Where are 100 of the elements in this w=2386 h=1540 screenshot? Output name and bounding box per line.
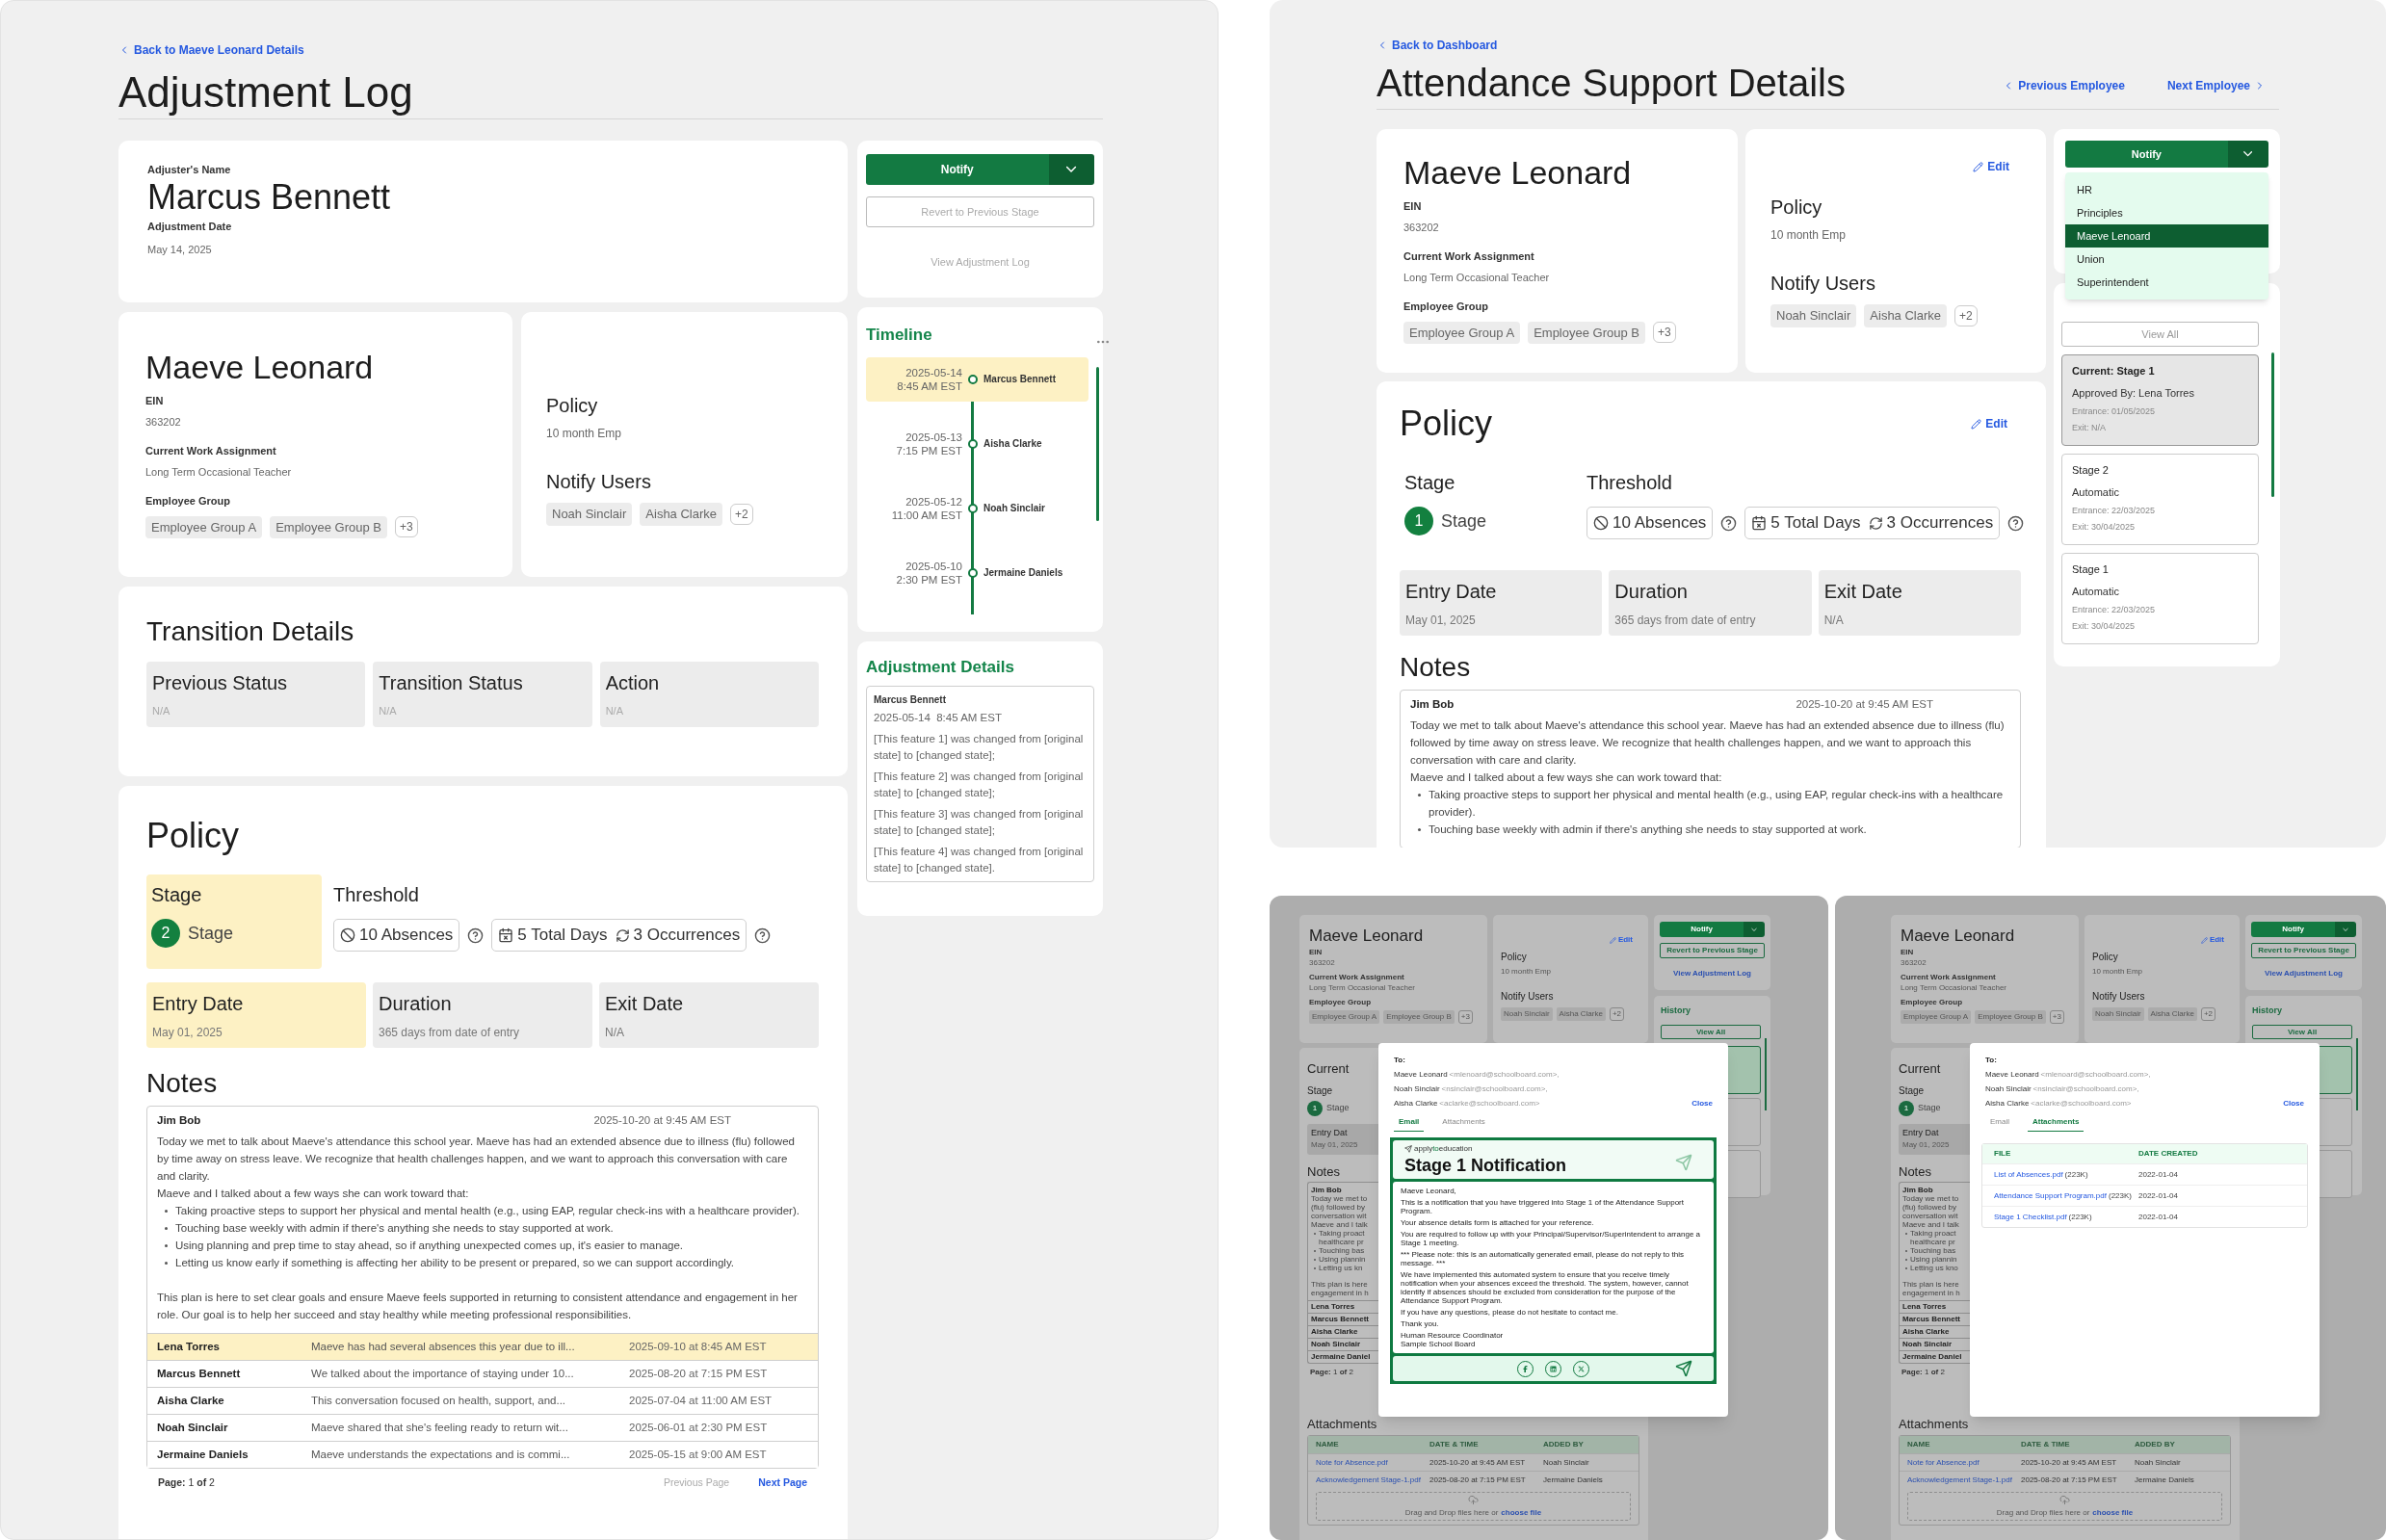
file-size: (223K) [2064,1168,2088,1181]
tab[interactable]: Email [1394,1116,1425,1132]
notify-button[interactable]: Notify [2065,141,2228,168]
email-paragraph: Maeve Leonard, [1401,1187,1457,1195]
upload-dropzone[interactable]: Drag and Drop files here or choose file [1907,1492,2222,1521]
upload-dropzone[interactable]: Drag and Drop files here or choose file [1316,1492,1631,1521]
menu-option[interactable]: Union [2065,248,2268,271]
help-icon[interactable] [1720,514,1738,532]
field-value: 10 month Emp [546,426,623,442]
view-log-link[interactable]: View Adjustment Log [2265,968,2343,979]
revert-button[interactable]: Revert to Previous Stage [2251,943,2356,958]
more-count: +2 [1954,304,1978,326]
note-excerpt: We talked about the importance of staying under 10... [311,1366,575,1381]
view-all-button[interactable]: View All [2252,1025,2352,1039]
note-excerpt: Maeve has had several absences this year due to ill... [311,1339,576,1354]
note-author: Aisha Clarke [1902,1326,1950,1338]
note-author: Marcus Bennett [157,1366,242,1381]
history-date: Exit: 30/04/2025 [2072,520,2137,534]
pencil-icon [1973,161,1984,172]
notify-button[interactable]: Notify [2251,922,2336,937]
recipient-email: <aclarke@schoolboard.com> [1439,1098,1540,1109]
field-heading: Policy [1770,196,1823,220]
dropdown-button[interactable] [1744,922,1765,937]
more-count: +2 [2200,1007,2216,1021]
field-value: Long Term Occasional Teacher [1309,983,1416,992]
occurrences-count: 3 Occurrences [633,925,741,947]
view-log-link[interactable]: View Adjustment Log [1673,968,1751,979]
card-title: History [2252,1005,2282,1017]
field-label: Current Work Assignment [1403,249,1535,264]
edit-link[interactable]: Edit [2200,934,2224,946]
field-value: 363202 [145,414,182,430]
history-item[interactable]: Stage 1 Automatic Entrance: 22/03/2025 Exit: 30/04/2025 [2061,553,2259,645]
field-heading: Entry Dat [1902,1128,1939,1137]
help-icon[interactable] [2007,514,2025,532]
menu-option[interactable]: HR [2065,178,2268,201]
field-value: Long Term Occasional Teacher [1901,983,2007,992]
timeline-entry[interactable]: 2025-05-13 7:15 PM EST Aisha Clarke [866,421,1088,466]
file-link[interactable]: List of Absences.pdf [1994,1168,2063,1181]
file-link[interactable]: Note for Absence.pdf [1316,1456,1388,1469]
revert-button[interactable]: Revert to Previous Stage [1660,943,1765,958]
total-days: 5 Total Days [517,923,608,948]
entry-date: 2025-05-14 [905,365,962,379]
timeline-entry[interactable]: 2025-05-14 8:45 AM EST Marcus Bennett [866,356,1088,402]
field-value: May 01, 2025 [1902,1140,1950,1149]
note-row[interactable]: Jermaine Daniels Maeve understands the expectations and is commi... 2025-05-15 at 9:00 AM EST [147,1441,818,1468]
file-link[interactable]: Acknowledgement Stage-1.pdf [1907,1474,2012,1486]
column-header: ADDED BY [1543,1439,1584,1450]
back-link[interactable]: Back to Maeve Leonard Details [118,41,304,59]
note-bullet: Using planning and prep time to stay ahead, so if anything unexpected comes up, it's easier to manage. [175,1239,684,1253]
section-title: Notes [1307,1164,1340,1179]
dropdown-button[interactable] [2227,141,2268,168]
note-row[interactable]: Lena Torres Maeve has had several absences this year due to ill... 2025-09-10 at 8:45 AM EST [147,1333,818,1360]
close-link[interactable]: Close [2283,1098,2304,1109]
help-icon[interactable] [754,927,772,944]
field-heading: Action [605,671,661,695]
file-date: 2022-01-04 [2138,1189,2178,1202]
timeline-entry[interactable]: 2025-05-10 2:30 PM EST Jermaine Daniels [866,550,1088,595]
file-link[interactable]: Note for Absence.pdf [1907,1456,1980,1469]
menu-option[interactable]: Maeve Lenoard [2065,224,2268,248]
entry-time: 2:30 PM EST [895,572,962,587]
help-icon[interactable] [467,927,485,944]
tab[interactable]: Email [1985,1116,2014,1132]
next-employee-link[interactable]: Next Employee [2166,77,2266,94]
recipient-name: Noah Sinclair [1394,1083,1440,1095]
tab[interactable]: Attachments [1437,1116,1490,1132]
view-all-button[interactable]: View All [1661,1025,1761,1039]
edit-link[interactable]: Edit [1973,158,2009,175]
dropdown-button[interactable] [1048,154,1094,185]
email-paragraph: You are required to follow up with your Principal/Supervisor/Superintendent to arrange a Stage 1 meeting. [1401,1230,1701,1247]
dropdown-button[interactable] [2335,922,2356,937]
back-link[interactable]: Back to Dashboard [1377,37,1498,54]
file-link[interactable]: Attendance Support Program.pdf [1994,1189,2107,1202]
choose-file-link[interactable]: choose file [2092,1506,2134,1519]
timeline-entry[interactable]: 2025-05-12 11:00 AM EST Noah Sinclair [866,485,1088,531]
previous-employee-link[interactable]: Previous Employee [2003,77,2125,94]
change-entry: [This feature 4] was changed from [original state] to [changed state]. [874,844,1085,875]
file-link[interactable]: Acknowledgement Stage-1.pdf [1316,1474,1421,1486]
view-all-button[interactable]: View All [2061,322,2259,348]
change-entry: [This feature 2] was changed from [original state] to [changed state]; [874,769,1085,800]
edit-link[interactable]: Edit [1971,415,2007,432]
field-value: 365 days from date of entry [1614,613,1757,629]
section-title: Transition Details [146,615,355,648]
history-item[interactable]: Stage 2 Automatic Entrance: 22/03/2025 Exit: 30/04/2025 [2061,454,2259,546]
tab[interactable]: Attachments [2028,1116,2084,1132]
adjuster-name: Marcus Bennett [147,177,392,217]
history-item[interactable]: Current: Stage 1 Approved By: Lena Torres Entrance: 01/05/2025 Exit: N/A [2061,354,2259,447]
change-entry: [This feature 1] was changed from [original state] to [changed state]; [874,731,1085,763]
close-link[interactable]: Close [1691,1098,1713,1109]
section-title: Notes [1899,1164,1931,1179]
next-page-link[interactable]: Next Page [758,1475,807,1491]
notify-button[interactable]: Notify [1660,922,1744,937]
bullet-icon [1418,828,1421,831]
edit-link[interactable]: Edit [1609,934,1633,946]
note-line: Letting us kn [1319,1264,1363,1272]
file-link[interactable]: Stage 1 Checklist.pdf [1994,1211,2067,1223]
menu-option[interactable]: Principles [2065,201,2268,224]
upload-hint: Drag and Drop files here or [1404,1506,1499,1519]
menu-option[interactable]: Superintendent [2065,271,2268,294]
employee-name: Maeve Leonard [1309,927,1425,946]
choose-file-link[interactable]: choose file [1501,1506,1542,1519]
